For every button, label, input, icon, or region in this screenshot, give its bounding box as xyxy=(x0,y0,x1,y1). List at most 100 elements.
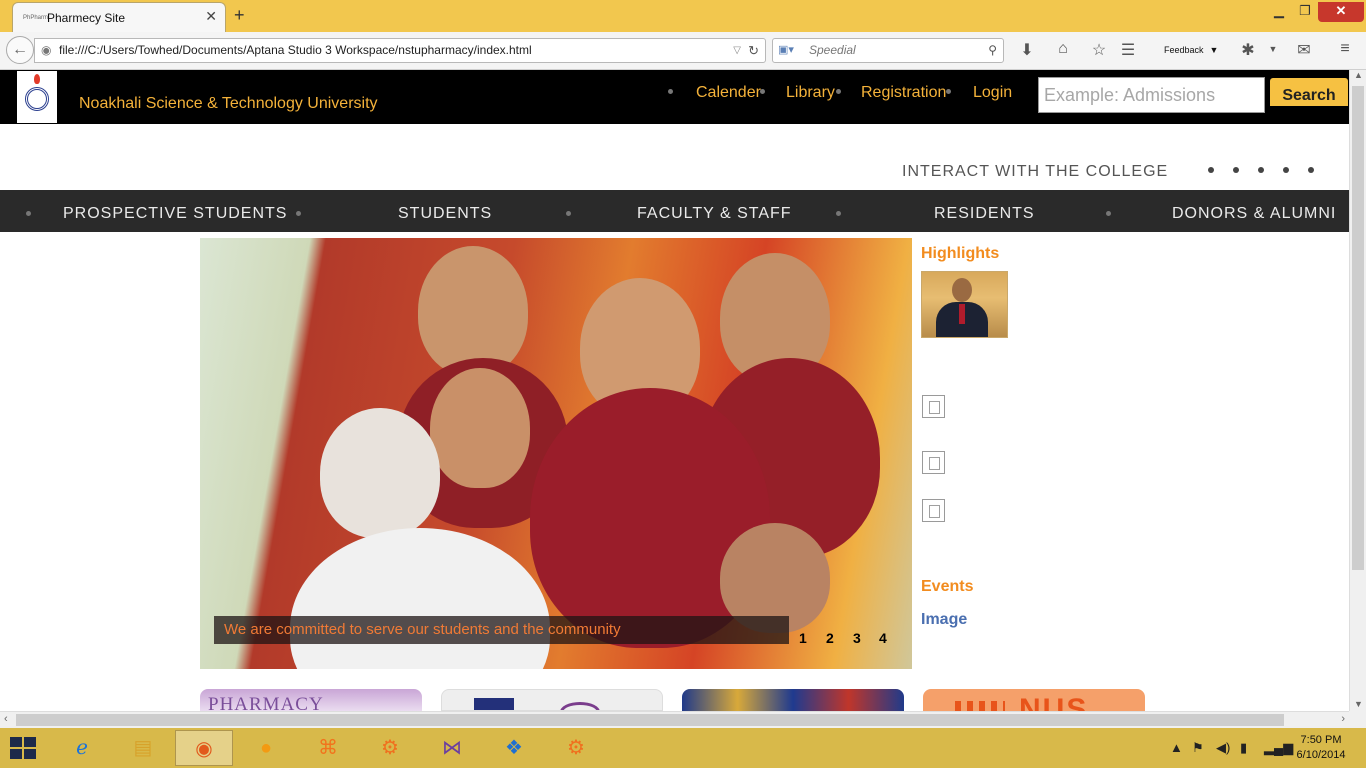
nav-prospective-students[interactable]: PROSPECTIVE STUDENTS xyxy=(63,205,287,223)
interact-dot[interactable] xyxy=(1308,167,1314,173)
browser-titlebar: PhPharm Pharmecy Site ✕ + ▁ ❐ ✕ xyxy=(0,0,1366,32)
toplink-registration[interactable]: Registration xyxy=(861,84,946,102)
search-icon[interactable]: ⚲ xyxy=(988,39,997,62)
university-name[interactable]: Noakhali Science & Technology University xyxy=(79,95,378,113)
site-search-input[interactable] xyxy=(1038,77,1265,113)
broken-image-icon[interactable] xyxy=(922,499,945,522)
hero-slider[interactable]: We are committed to serve our students a… xyxy=(200,238,912,669)
vertical-scroll-thumb[interactable] xyxy=(1352,86,1364,570)
nav-donors-alumni[interactable]: DONORS & ALUMNI xyxy=(1172,205,1336,223)
clock-time: 7:50 PM xyxy=(1300,734,1342,746)
event-photo-tile[interactable] xyxy=(682,689,904,711)
address-url: file:///C:/Users/Towhed/Documents/Aptana… xyxy=(59,43,532,57)
vertical-scrollbar[interactable]: ▲ ▼ xyxy=(1349,70,1366,711)
bookmark-star-icon[interactable]: ☆ xyxy=(1089,40,1109,60)
home-icon[interactable]: ⌂ xyxy=(1053,40,1073,58)
flag-icon[interactable]: ⚑ xyxy=(1192,740,1204,756)
slide-caption-text: We are committed to serve our students a… xyxy=(224,621,621,638)
tab-favicon: PhPharm xyxy=(23,15,49,21)
system-clock[interactable]: 7:50 PM 6/10/2014 xyxy=(1290,733,1352,763)
nav-separator-dot xyxy=(1106,211,1111,216)
interact-dots xyxy=(1208,167,1318,175)
search-engine-icon[interactable]: ▣▾ xyxy=(778,39,794,62)
windows-start-icon[interactable] xyxy=(10,737,38,761)
volume-icon[interactable]: ◀) xyxy=(1216,740,1230,756)
toplink-calender[interactable]: Calender xyxy=(696,84,761,102)
university-logo[interactable] xyxy=(17,71,57,123)
nav-faculty-staff[interactable]: FACULTY & STAFF xyxy=(637,205,792,223)
interact-dot[interactable] xyxy=(1283,167,1289,173)
xampp-icon[interactable]: ⌘ xyxy=(299,730,357,766)
arc-logo-icon xyxy=(560,702,600,710)
window-close-button[interactable]: ✕ xyxy=(1318,2,1364,22)
chrome-like-app-icon[interactable]: ● xyxy=(237,730,295,766)
site-search-button[interactable]: Search xyxy=(1270,78,1348,106)
scroll-down-icon[interactable]: ▼ xyxy=(1354,699,1363,709)
nav-residents[interactable]: RESIDENTS xyxy=(934,205,1035,223)
scroll-right-icon[interactable]: › xyxy=(1341,713,1345,725)
firefox-icon[interactable]: ◉ xyxy=(175,730,233,766)
addon-icon[interactable]: ✱ xyxy=(1238,40,1258,60)
slide-page-4[interactable]: 4 xyxy=(879,630,887,646)
browser-search-placeholder: Speedial xyxy=(809,43,856,57)
pharmacy-tile[interactable]: PHARMACY xyxy=(200,689,422,711)
reload-icon[interactable]: ↻ xyxy=(748,39,759,62)
broken-image-icon[interactable] xyxy=(922,395,945,418)
scroll-left-icon[interactable]: ‹ xyxy=(4,713,8,725)
nav-separator-dot xyxy=(566,211,571,216)
minimize-icon[interactable]: ▁ xyxy=(1268,2,1290,22)
slide-page-2[interactable]: 2 xyxy=(826,630,834,646)
nav-students[interactable]: STUDENTS xyxy=(398,205,492,223)
tray-expand-icon[interactable]: ▲ xyxy=(1170,740,1183,755)
browser-toolbar: ← ◉ file:///C:/Users/Towhed/Documents/Ap… xyxy=(0,32,1366,70)
address-bar[interactable]: ◉ file:///C:/Users/Towhed/Documents/Apta… xyxy=(34,38,766,63)
clock-date: 6/10/2014 xyxy=(1296,749,1346,761)
nav-separator-dot xyxy=(26,211,31,216)
slide-page-3[interactable]: 3 xyxy=(853,630,861,646)
network-icon[interactable]: ▂▄▆ xyxy=(1264,740,1293,756)
logo-flame-icon xyxy=(34,74,40,84)
separator-dot xyxy=(946,89,951,94)
internet-explorer-icon[interactable]: ℯ xyxy=(53,730,111,766)
horizontal-scrollbar[interactable]: ‹ › xyxy=(0,711,1349,728)
new-tab-button[interactable]: + xyxy=(234,5,245,26)
slide-page-1[interactable]: 1 xyxy=(799,630,807,646)
battery-icon[interactable]: ▮ xyxy=(1240,740,1247,756)
interact-dot[interactable] xyxy=(1258,167,1264,173)
browser-search-bar[interactable]: ▣▾ Speedial ⚲ xyxy=(772,38,1004,63)
settings-app-2-icon[interactable]: ⚙ xyxy=(547,730,605,766)
interact-dot[interactable] xyxy=(1233,167,1239,173)
download-icon[interactable]: ⬇ xyxy=(1017,40,1037,60)
windows-taskbar: ℯ ▤ ◉ ● ⌘ ⚙ ⋈ ❖ ⚙ ▲ ⚑ ◀) ▮ ▂▄▆ 7:50 PM 6… xyxy=(0,728,1366,768)
broken-image-icon[interactable] xyxy=(922,451,945,474)
highlight-thumbnail[interactable] xyxy=(921,271,1008,338)
globe-icon: ◉ xyxy=(41,43,52,57)
sync-icon[interactable]: ✉ xyxy=(1294,40,1314,60)
visual-studio-icon[interactable]: ⋈ xyxy=(423,730,481,766)
bookmarks-list-icon[interactable]: ☰ xyxy=(1118,40,1138,60)
nav-separator-dot xyxy=(836,211,841,216)
menu-icon[interactable]: ≡ xyxy=(1335,40,1355,58)
nus-tile[interactable]: NUS xyxy=(923,689,1145,711)
separator-dot xyxy=(668,89,673,94)
image-link[interactable]: Image xyxy=(921,611,967,629)
browser-tab[interactable]: PhPharm Pharmecy Site ✕ xyxy=(12,2,226,32)
scroll-up-icon[interactable]: ▲ xyxy=(1354,70,1363,80)
horizontal-scroll-thumb[interactable] xyxy=(16,714,1284,726)
crest-tile[interactable] xyxy=(441,689,663,711)
toplink-login[interactable]: Login xyxy=(973,84,1012,102)
url-dropdown-icon[interactable]: ▽ xyxy=(733,39,741,62)
telenor-app-icon[interactable]: ❖ xyxy=(485,730,543,766)
feedback-button[interactable]: Feedback ▼ xyxy=(1158,42,1218,56)
file-explorer-icon[interactable]: ▤ xyxy=(114,730,172,766)
maximize-icon[interactable]: ❐ xyxy=(1294,2,1316,22)
interact-heading: INTERACT WITH THE COLLEGE xyxy=(902,163,1169,180)
site-header: Noakhali Science & Technology University… xyxy=(0,70,1349,124)
toplink-library[interactable]: Library xyxy=(786,84,835,102)
addon-dropdown-icon[interactable]: ▼ xyxy=(1263,44,1283,54)
tab-close-icon[interactable]: ✕ xyxy=(205,8,217,25)
highlights-heading: Highlights xyxy=(921,245,1000,262)
back-arrow-icon[interactable]: ← xyxy=(6,36,34,64)
settings-app-icon[interactable]: ⚙ xyxy=(361,730,419,766)
interact-dot[interactable] xyxy=(1208,167,1214,173)
